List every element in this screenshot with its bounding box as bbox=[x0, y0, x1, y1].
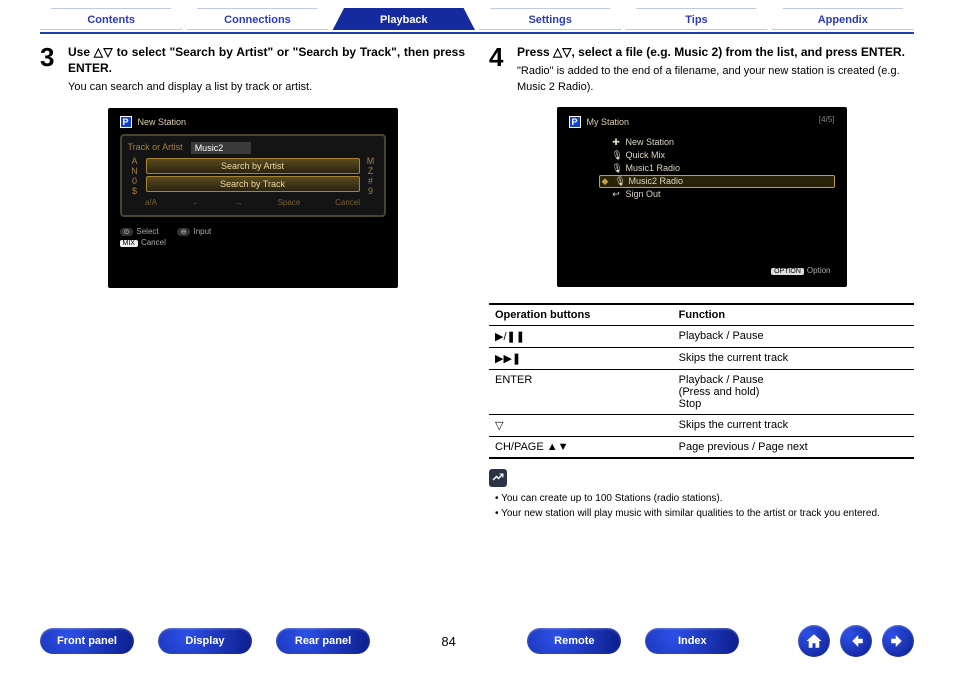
note-icon bbox=[489, 469, 507, 487]
tab-appendix[interactable]: Appendix bbox=[772, 8, 914, 30]
search-input-value: Music2 bbox=[191, 142, 251, 154]
tab-settings[interactable]: Settings bbox=[479, 8, 621, 30]
table-row: CH/PAGE ▲▼Page previous / Page next bbox=[489, 436, 914, 458]
home-button[interactable] bbox=[798, 625, 830, 657]
prompt-label: Track or Artist bbox=[128, 142, 183, 154]
device-screen-my-station: P My Station [4/5] ✚ New Station 🎙 Quick… bbox=[557, 107, 847, 287]
list-item-new-station: ✚ New Station bbox=[599, 136, 835, 149]
tab-divider bbox=[40, 32, 914, 34]
step-desc: "Radio" is added to the end of a filenam… bbox=[517, 64, 914, 95]
step-desc: You can search and display a list by tra… bbox=[68, 80, 465, 95]
table-row: ENTERPlayback / Pause (Press and hold) S… bbox=[489, 369, 914, 414]
tab-connections[interactable]: Connections bbox=[186, 8, 328, 30]
list-item-quick-mix: 🎙 Quick Mix bbox=[599, 149, 835, 162]
pandora-icon: P bbox=[120, 116, 132, 128]
hint-key-input: ⊖ bbox=[177, 228, 191, 236]
station-list: ✚ New Station 🎙 Quick Mix 🎙 Music1 Radio… bbox=[599, 136, 835, 201]
table-row: ▽Skips the current track bbox=[489, 414, 914, 436]
note-item: You can create up to 100 Stations (radio… bbox=[493, 491, 914, 506]
bottom-bar: Front panel Display Rear panel 84 Remote… bbox=[40, 625, 914, 657]
step-number: 4 bbox=[489, 44, 509, 95]
top-tabs: Contents Connections Playback Settings T… bbox=[0, 0, 954, 32]
table-row: ▶▶❚Skips the current track bbox=[489, 347, 914, 369]
device-screen-new-station: P New Station Track or Artist Music2 A N… bbox=[108, 108, 398, 288]
page-number: 84 bbox=[429, 634, 469, 649]
mic-icon: 🎙 bbox=[615, 176, 624, 187]
alphabet-left: A N 0 $ bbox=[128, 156, 142, 196]
table-row: ▶/❚❚Playback / Pause bbox=[489, 325, 914, 347]
tab-playback[interactable]: Playback bbox=[333, 8, 475, 30]
tab-tips[interactable]: Tips bbox=[625, 8, 767, 30]
screen-title: New Station bbox=[138, 117, 187, 127]
step-4: 4 Press △▽, select a file (e.g. Music 2)… bbox=[489, 44, 914, 95]
note-item: Your new station will play music with si… bbox=[493, 506, 914, 521]
tab-contents[interactable]: Contents bbox=[40, 8, 182, 30]
screen-title: My Station bbox=[587, 117, 630, 127]
mic-icon: 🎙 bbox=[612, 150, 621, 161]
list-counter: [4/5] bbox=[819, 115, 835, 124]
step-number: 3 bbox=[40, 44, 60, 96]
mic-icon: 🎙 bbox=[612, 163, 621, 174]
exit-icon: ↩ bbox=[612, 189, 621, 200]
operation-table: Operation buttons Function ▶/❚❚Playback … bbox=[489, 303, 914, 459]
list-item-sign-out: ↩ Sign Out bbox=[599, 188, 835, 201]
plus-icon: ✚ bbox=[612, 137, 621, 148]
option-search-by-track: Search by Track bbox=[146, 176, 360, 192]
column-left: 3 Use △▽ to select "Search by Artist" or… bbox=[40, 44, 465, 521]
step-title: Use △▽ to select "Search by Artist" or "… bbox=[68, 44, 465, 76]
hint-key-select: ⊙ bbox=[120, 228, 134, 236]
th-operation: Operation buttons bbox=[489, 304, 673, 326]
nav-front-panel[interactable]: Front panel bbox=[40, 628, 134, 654]
list-item-music2-radio: ◆🎙 Music2 Radio bbox=[599, 175, 835, 188]
list-item-music1-radio: 🎙 Music1 Radio bbox=[599, 162, 835, 175]
option-hint: OPTIONOption bbox=[771, 266, 830, 275]
notes-list: You can create up to 100 Stations (radio… bbox=[489, 491, 914, 521]
next-button[interactable] bbox=[882, 625, 914, 657]
nav-rear-panel[interactable]: Rear panel bbox=[276, 628, 370, 654]
column-right: 4 Press △▽, select a file (e.g. Music 2)… bbox=[489, 44, 914, 521]
th-function: Function bbox=[673, 304, 914, 326]
pandora-icon: P bbox=[569, 116, 581, 128]
nav-display[interactable]: Display bbox=[158, 628, 252, 654]
nav-index[interactable]: Index bbox=[645, 628, 739, 654]
nav-remote[interactable]: Remote bbox=[527, 628, 621, 654]
step-title: Press △▽, select a file (e.g. Music 2) f… bbox=[517, 44, 914, 60]
alphabet-right: M Z # 9 bbox=[364, 156, 378, 196]
step-3: 3 Use △▽ to select "Search by Artist" or… bbox=[40, 44, 465, 96]
keyboard-bottom-row: a/A ← → Space Cancel bbox=[128, 198, 378, 207]
option-search-by-artist: Search by Artist bbox=[146, 158, 360, 174]
hint-key-cancel: MIX bbox=[120, 240, 138, 247]
prev-button[interactable] bbox=[840, 625, 872, 657]
